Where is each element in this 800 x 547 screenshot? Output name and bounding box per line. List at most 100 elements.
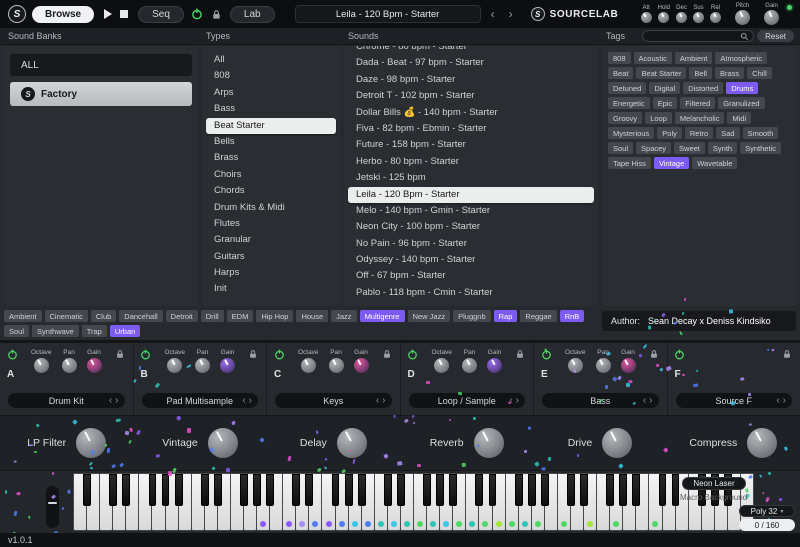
tag-chip[interactable]: 808 (608, 52, 631, 64)
genre-chip[interactable]: Ambient (4, 310, 42, 322)
genre-chip[interactable]: Multigenre (360, 310, 405, 322)
tag-chip[interactable]: Sweet (674, 142, 705, 154)
power-icon[interactable] (673, 347, 687, 361)
black-key[interactable] (109, 474, 117, 506)
black-key[interactable] (489, 474, 497, 506)
power-icon[interactable] (139, 347, 153, 361)
genre-chip[interactable]: Drill (201, 310, 224, 322)
genre-chip[interactable]: Pluggnb (453, 310, 491, 322)
genre-chip[interactable]: Trap (82, 325, 107, 337)
pitch-knob[interactable] (735, 10, 750, 25)
effect-knob[interactable] (337, 428, 367, 458)
lab-button[interactable]: Lab (230, 6, 275, 23)
sound-item[interactable]: Future - 158 bpm - Starter (348, 137, 594, 153)
tag-chip[interactable]: Groovy (608, 112, 642, 124)
sound-item[interactable]: Neon City - 100 bpm - Starter (348, 219, 594, 235)
prev-source-button[interactable]: ‹ (242, 396, 245, 406)
octave-knob[interactable] (301, 358, 316, 373)
sound-item[interactable]: Dada - Beat - 97 bpm - Starter (348, 55, 594, 71)
next-source-button[interactable]: › (516, 396, 519, 406)
tag-search[interactable] (642, 30, 754, 42)
genre-chip[interactable]: EDM (227, 310, 254, 322)
tag-chip[interactable]: Ambient (675, 52, 713, 64)
black-key[interactable] (292, 474, 300, 506)
dec-knob[interactable] (676, 12, 687, 23)
tag-chip[interactable]: Poly (657, 127, 682, 139)
effect-knob[interactable] (76, 428, 106, 458)
prev-source-button[interactable]: ‹ (776, 396, 779, 406)
black-key[interactable] (345, 474, 353, 506)
next-source-button[interactable]: › (115, 396, 118, 406)
type-item[interactable]: Brass (206, 150, 336, 166)
pitch-wheel[interactable] (46, 486, 59, 528)
black-key[interactable] (253, 474, 261, 506)
effect-knob[interactable] (747, 428, 777, 458)
type-item[interactable]: Chords (206, 183, 336, 199)
type-item[interactable]: Guitars (206, 249, 336, 265)
gain-knob[interactable] (621, 358, 636, 373)
reset-tags-button[interactable]: Reset (757, 30, 794, 42)
genre-chip[interactable]: Cinematic (45, 310, 88, 322)
genre-chip[interactable]: Hip Hop (256, 310, 293, 322)
tag-chip[interactable]: Acoustic (634, 52, 672, 64)
tag-chip[interactable]: Chill (747, 67, 772, 79)
pan-knob[interactable] (596, 358, 611, 373)
power-icon[interactable] (539, 347, 553, 361)
tag-chip[interactable]: Distorted (683, 82, 723, 94)
next-source-button[interactable]: › (649, 396, 652, 406)
pan-knob[interactable] (62, 358, 77, 373)
sound-item[interactable]: Detroit T - 102 bpm - Starter (348, 88, 594, 104)
gain-knob[interactable] (487, 358, 502, 373)
type-item[interactable]: Harps (206, 265, 336, 281)
octave-knob[interactable] (34, 358, 49, 373)
genre-chip[interactable]: Urban (110, 325, 140, 337)
black-key[interactable] (358, 474, 366, 506)
black-key[interactable] (528, 474, 536, 506)
tag-chip[interactable]: Detuned (608, 82, 646, 94)
next-preset-button[interactable]: › (505, 7, 517, 21)
tag-chip[interactable]: Soul (608, 142, 633, 154)
lock-icon[interactable] (380, 347, 394, 361)
tag-search-input[interactable] (647, 32, 740, 41)
next-source-button[interactable]: › (382, 396, 385, 406)
stop-icon[interactable] (120, 10, 128, 18)
bank-item[interactable]: ALL (10, 54, 192, 76)
lock-icon[interactable] (647, 347, 661, 361)
gain-knob[interactable] (354, 358, 369, 373)
black-key[interactable] (436, 474, 444, 506)
black-key[interactable] (475, 474, 483, 506)
tag-chip[interactable]: Drums (726, 82, 758, 94)
preset-display[interactable]: Leila - 120 Bpm - Starter (295, 5, 481, 23)
black-key[interactable] (580, 474, 588, 506)
tag-chip[interactable]: Vintage (654, 157, 689, 169)
skin-button[interactable]: Neon Laser (682, 477, 746, 490)
lock-icon[interactable] (246, 347, 260, 361)
pan-knob[interactable] (195, 358, 210, 373)
effect-knob[interactable] (474, 428, 504, 458)
lock-icon[interactable] (513, 347, 527, 361)
black-key[interactable] (541, 474, 549, 506)
type-item[interactable]: Flutes (206, 216, 336, 232)
power-icon[interactable] (406, 347, 420, 361)
genre-chip[interactable]: Detroit (166, 310, 198, 322)
black-key[interactable] (149, 474, 157, 506)
sound-item[interactable]: Odyssey - 140 bpm - Starter (348, 252, 594, 268)
tag-chip[interactable]: Smooth (743, 127, 779, 139)
prev-source-button[interactable]: ‹ (509, 396, 512, 406)
black-key[interactable] (672, 474, 680, 506)
tag-chip[interactable]: Granulized (718, 97, 764, 109)
tag-chip[interactable]: Wavetable (692, 157, 737, 169)
bank-item[interactable]: SFactory (10, 82, 192, 106)
type-item[interactable]: Bass (206, 101, 336, 117)
black-key[interactable] (201, 474, 209, 506)
type-item[interactable]: Bells (206, 134, 336, 150)
background-label[interactable]: Macro Background (680, 493, 747, 502)
prev-source-button[interactable]: ‹ (109, 396, 112, 406)
type-item[interactable]: Choirs (206, 167, 336, 183)
tag-chip[interactable]: Filtered (680, 97, 715, 109)
power-icon[interactable] (5, 347, 19, 361)
pan-knob[interactable] (462, 358, 477, 373)
genre-chip[interactable]: Dancehall (119, 310, 162, 322)
black-key[interactable] (175, 474, 183, 506)
sound-item[interactable]: Melo - 140 bpm - Gmin - Starter (348, 203, 594, 219)
